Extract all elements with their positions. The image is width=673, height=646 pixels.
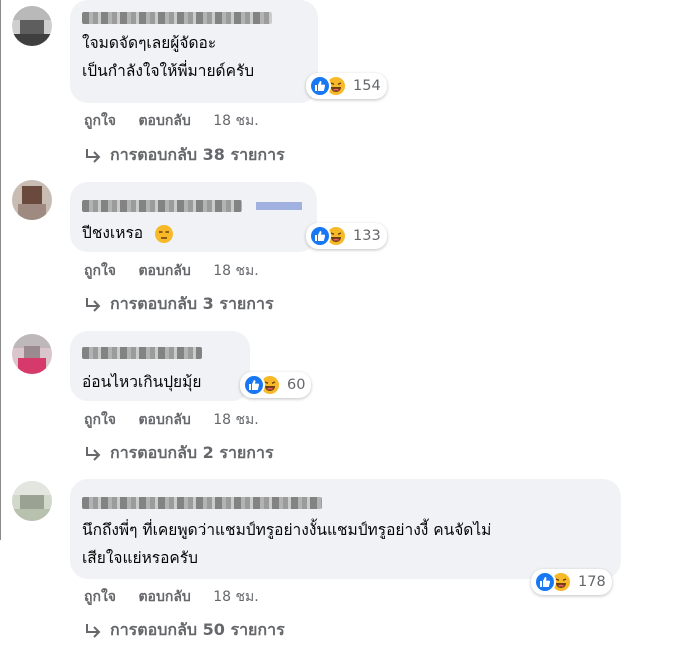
like-button[interactable]: ถูกใจ xyxy=(84,412,116,428)
thumbs-up-icon xyxy=(309,225,331,247)
comment-text-line: ใจมดจัดๆเลยผู้จัดอะ xyxy=(82,34,217,52)
author-name[interactable] xyxy=(82,347,202,359)
reaction-summary[interactable]: 133 xyxy=(306,223,387,249)
view-replies-button[interactable]: การตอบกลับ 50 รายการ xyxy=(84,618,285,643)
avatar[interactable] xyxy=(12,180,52,220)
reply-arrow-icon xyxy=(86,297,101,312)
thumbs-up-icon xyxy=(534,571,556,593)
reaction-count: 133 xyxy=(353,228,381,244)
comment-text-line: ปีชงเหรอ xyxy=(82,220,174,247)
author-name[interactable] xyxy=(82,12,272,24)
comment-text-line: อ่อนไหวเกินปุยมุ้ย xyxy=(82,373,202,391)
thread-line xyxy=(0,0,1,540)
reply-button[interactable]: ตอบกลับ xyxy=(138,263,190,279)
comment-actions: ถูกใจ ตอบกลับ 18 ชม. xyxy=(84,260,277,282)
view-replies-button[interactable]: การตอบกลับ 38 รายการ xyxy=(84,143,285,168)
replies-label: การตอบกลับ 50 รายการ xyxy=(110,620,285,639)
reply-arrow-icon xyxy=(86,623,101,638)
reaction-count: 178 xyxy=(578,574,606,590)
comment-bubble: ใจมดจัดๆเลยผู้จัดอะ เป็นกำลังใจให้พี่มาย… xyxy=(70,0,318,103)
comment-text-line: นึกถึงพี่ๆ ที่เคยพูดว่าแชมป์ทรูอย่างงั้น… xyxy=(82,521,492,539)
comment-text-line: เสียใจแย่หรอครับ xyxy=(82,549,198,567)
replies-label: การตอบกลับ 2 รายการ xyxy=(110,443,274,462)
comment-text-line: เป็นกำลังใจให้พี่มายด์ครับ xyxy=(82,62,255,80)
unamused-face-icon xyxy=(155,224,174,243)
comment-actions: ถูกใจ ตอบกลับ 18 ชม. xyxy=(84,409,277,431)
timestamp[interactable]: 18 ชม. xyxy=(213,589,258,605)
thumbs-up-icon xyxy=(243,374,265,396)
reply-button[interactable]: ตอบกลับ xyxy=(138,113,190,129)
reply-arrow-icon xyxy=(86,148,101,163)
comment-actions: ถูกใจ ตอบกลับ 18 ชม. xyxy=(84,586,277,608)
avatar[interactable] xyxy=(12,481,52,521)
reaction-summary[interactable]: 154 xyxy=(306,73,387,99)
author-name[interactable] xyxy=(82,200,302,212)
author-name[interactable] xyxy=(82,497,322,509)
like-button[interactable]: ถูกใจ xyxy=(84,589,116,605)
view-replies-button[interactable]: การตอบกลับ 2 รายการ xyxy=(84,441,274,466)
timestamp[interactable]: 18 ชม. xyxy=(213,113,258,129)
timestamp[interactable]: 18 ชม. xyxy=(213,263,258,279)
reply-button[interactable]: ตอบกลับ xyxy=(138,589,190,605)
avatar[interactable] xyxy=(12,6,52,46)
reaction-count: 60 xyxy=(287,377,306,393)
timestamp[interactable]: 18 ชม. xyxy=(213,412,258,428)
comment-bubble: ปีชงเหรอ xyxy=(70,182,317,252)
replies-label: การตอบกลับ 3 รายการ xyxy=(110,294,274,313)
comment-bubble: อ่อนไหวเกินปุยมุ้ย xyxy=(70,331,250,401)
avatar[interactable] xyxy=(12,334,52,374)
comment-actions: ถูกใจ ตอบกลับ 18 ชม. xyxy=(84,110,277,132)
reply-arrow-icon xyxy=(86,446,101,461)
reaction-count: 154 xyxy=(353,78,381,94)
view-replies-button[interactable]: การตอบกลับ 3 รายการ xyxy=(84,292,274,317)
reply-button[interactable]: ตอบกลับ xyxy=(138,412,190,428)
replies-label: การตอบกลับ 38 รายการ xyxy=(110,145,285,164)
reaction-summary[interactable]: 60 xyxy=(240,372,312,398)
reaction-summary[interactable]: 178 xyxy=(531,569,612,595)
like-button[interactable]: ถูกใจ xyxy=(84,113,116,129)
thumbs-up-icon xyxy=(309,75,331,97)
comment-bubble: นึกถึงพี่ๆ ที่เคยพูดว่าแชมป์ทรูอย่างงั้น… xyxy=(70,479,621,579)
like-button[interactable]: ถูกใจ xyxy=(84,263,116,279)
